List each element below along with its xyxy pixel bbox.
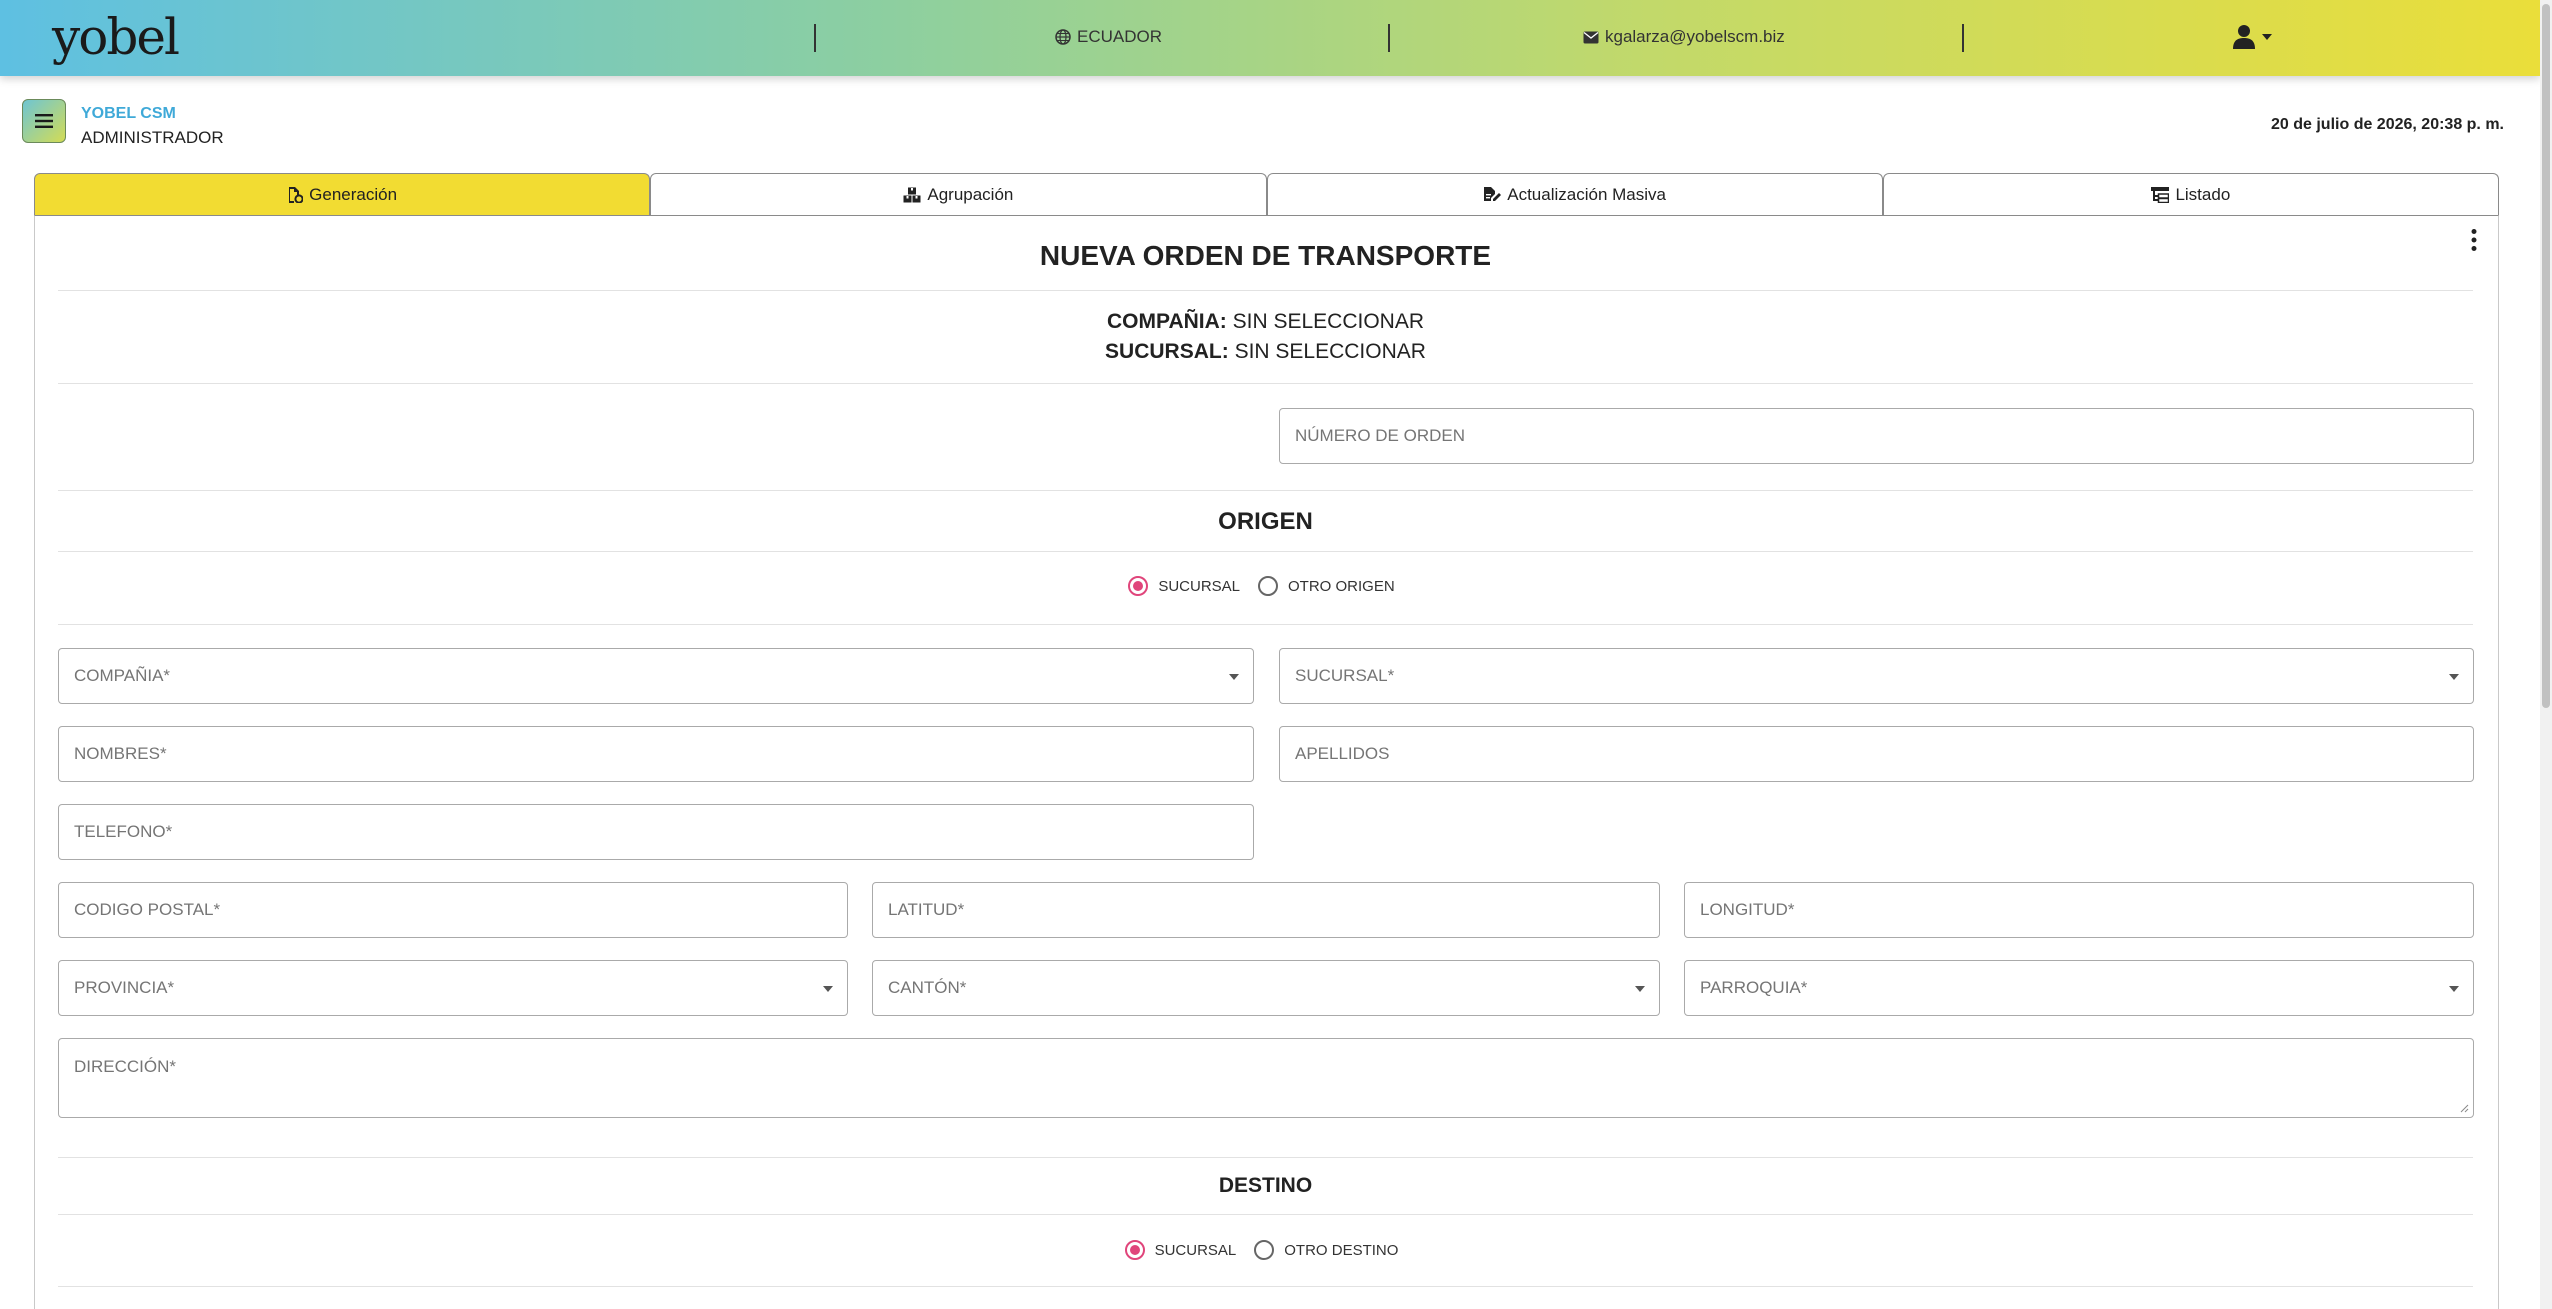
- origin-branch-input[interactable]: [1280, 649, 2473, 703]
- origin-names-field[interactable]: [58, 726, 1254, 782]
- selected-company-info: COMPAÑIA: SIN SELECCIONAR: [58, 310, 2473, 334]
- file-gear-icon: [289, 187, 304, 203]
- divider: [58, 290, 2473, 291]
- scrollbar-thumb[interactable]: [2542, 4, 2550, 708]
- origin-company-select[interactable]: [58, 648, 1254, 704]
- country-indicator[interactable]: ECUADOR: [1055, 27, 1162, 47]
- country-label: ECUADOR: [1077, 27, 1163, 46]
- page-scrollbar[interactable]: [2540, 0, 2552, 1309]
- destination-type-selector: SUCURSAL OTRO DESTINO: [58, 1240, 2473, 1260]
- tab-listado[interactable]: Listado: [1882, 173, 2499, 216]
- email-indicator[interactable]: kgalarza@yobelscm.biz: [1583, 27, 1785, 47]
- company-name: YOBEL CSM: [81, 105, 176, 122]
- tab-actualizacion-masiva[interactable]: Actualización Masiva: [1266, 173, 1883, 216]
- origin-latitude-input[interactable]: [873, 883, 1659, 937]
- origin-province-input[interactable]: [59, 961, 847, 1015]
- origin-address-textarea[interactable]: [59, 1039, 2473, 1117]
- email-label: kgalarza@yobelscm.biz: [1605, 27, 1785, 46]
- origin-parish-input[interactable]: [1685, 961, 2473, 1015]
- origin-surnames-field[interactable]: [1279, 726, 2474, 782]
- list-tree-icon: [2151, 187, 2170, 203]
- top-bar-divider: [814, 24, 816, 52]
- divider: [58, 383, 2473, 384]
- origin-postal-code-field[interactable]: [58, 882, 848, 938]
- company-info-label: COMPAÑIA:: [1107, 310, 1227, 333]
- tab-generacion[interactable]: Generación: [34, 173, 651, 216]
- divider: [58, 490, 2473, 491]
- caret-down-icon: [2262, 34, 2272, 40]
- menu-toggle-button[interactable]: [22, 99, 66, 143]
- origin-other-radio[interactable]: [1258, 576, 1278, 596]
- boxes-icon: [903, 187, 921, 203]
- user-role: ADMINISTRADOR: [81, 128, 224, 147]
- destination-other-radio[interactable]: [1254, 1240, 1275, 1260]
- destination-other-label: OTRO DESTINO: [1284, 1241, 1399, 1259]
- caret-down-icon: [1635, 986, 1645, 992]
- divider: [58, 1157, 2473, 1158]
- tab-label: Agrupación: [927, 185, 1014, 204]
- tab-label: Listado: [2175, 185, 2231, 204]
- origin-parish-select[interactable]: [1684, 960, 2474, 1016]
- tab-label: Generación: [309, 185, 398, 204]
- order-number-field[interactable]: [1279, 408, 2474, 464]
- caret-down-icon: [2449, 986, 2459, 992]
- yobel-logo[interactable]: yobel: [52, 8, 180, 66]
- divider: [58, 1214, 2473, 1215]
- envelope-icon: [1583, 31, 1599, 43]
- origin-canton-select[interactable]: [872, 960, 1660, 1016]
- destination-section-title: DESTINO: [1218, 1174, 1313, 1197]
- origin-branch-select[interactable]: [1279, 648, 2474, 704]
- tab-agrupacion[interactable]: Agrupación: [650, 173, 1267, 216]
- origin-surnames-input[interactable]: [1280, 727, 2473, 781]
- origin-phone-field[interactable]: [58, 804, 1254, 860]
- origin-canton-input[interactable]: [873, 961, 1659, 1015]
- caret-down-icon: [1229, 674, 1239, 680]
- user-icon: [2233, 25, 2255, 49]
- order-number-input[interactable]: [1280, 409, 2473, 463]
- divider: [58, 624, 2473, 625]
- origin-longitude-field[interactable]: [1684, 882, 2474, 938]
- divider: [58, 551, 2473, 552]
- origin-other-label: OTRO ORIGEN: [1288, 577, 1395, 595]
- destination-branch-label: SUCURSAL: [1154, 1241, 1237, 1259]
- origin-branch-radio[interactable]: [1128, 576, 1149, 596]
- caret-down-icon: [2449, 674, 2459, 680]
- origin-section-title: ORIGEN: [1218, 508, 1313, 535]
- resize-handle-icon[interactable]: [2459, 1103, 2469, 1113]
- origin-company-input[interactable]: [59, 649, 1253, 703]
- origin-branch-label: SUCURSAL: [1158, 577, 1240, 595]
- origin-names-input[interactable]: [59, 727, 1253, 781]
- origin-longitude-input[interactable]: [1685, 883, 2473, 937]
- origin-latitude-field[interactable]: [872, 882, 1660, 938]
- hamburger-icon: [35, 114, 53, 128]
- current-datetime: 20 de julio de 2026, 20:38 p. m.: [2271, 116, 2504, 133]
- user-menu-button[interactable]: [2232, 24, 2272, 50]
- file-edit-icon: [1484, 187, 1502, 201]
- caret-down-icon: [823, 986, 833, 992]
- destination-branch-radio[interactable]: [1124, 1240, 1145, 1260]
- top-bar: yobel ECUADOR kgalarza@yobelscm.biz: [0, 0, 2540, 76]
- globe-icon: [1055, 29, 1071, 45]
- top-bar-divider: [1388, 24, 1390, 52]
- top-bar-divider: [1962, 24, 1964, 52]
- tab-label: Actualización Masiva: [1507, 185, 1666, 204]
- origin-phone-input[interactable]: [59, 805, 1253, 859]
- origin-postal-code-input[interactable]: [59, 883, 847, 937]
- origin-type-selector: SUCURSAL OTRO ORIGEN: [58, 576, 2473, 596]
- selected-branch-info: SUCURSAL: SIN SELECCIONAR: [58, 340, 2473, 364]
- branch-info-label: SUCURSAL:: [1105, 340, 1229, 363]
- origin-province-select[interactable]: [58, 960, 848, 1016]
- form-title: NUEVA ORDEN DE TRANSPORTE: [1039, 240, 1492, 271]
- origin-address-field[interactable]: [58, 1038, 2474, 1118]
- branch-info-value: SIN SELECCIONAR: [1234, 340, 1426, 363]
- divider: [58, 1286, 2473, 1287]
- tab-bar: Generación Agrupación Actualización Masi…: [34, 173, 2499, 216]
- company-info-value: SIN SELECCIONAR: [1232, 310, 1424, 333]
